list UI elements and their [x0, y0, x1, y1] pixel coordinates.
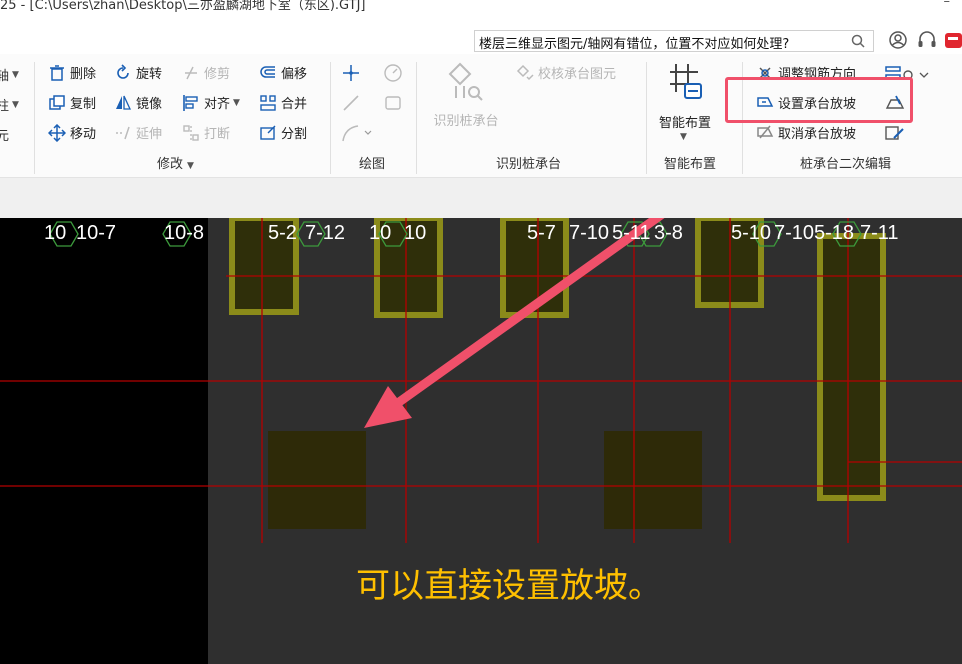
canvas-header-strip — [0, 178, 962, 218]
move-icon — [47, 123, 67, 142]
axis-label: 10-7 — [76, 222, 117, 244]
trim-button[interactable]: 修剪 — [182, 63, 230, 82]
highlight-box — [725, 77, 913, 123]
axis-label: 7-10 — [569, 222, 610, 244]
arc-tool-icon[interactable] — [382, 62, 404, 88]
split-button[interactable]: 分割 — [259, 123, 307, 142]
axis-label: 7-12 — [305, 222, 346, 244]
mirror-button[interactable]: 镜像 — [114, 93, 162, 112]
help-search-input[interactable]: 楼层三维显示图元/轴网有错位，位置不对应如何处理? — [474, 30, 874, 52]
merge-icon — [259, 94, 277, 112]
merge-button[interactable]: 合并 — [259, 93, 307, 112]
chevron-down-icon: ▼ — [187, 161, 194, 171]
headset-icon[interactable] — [916, 30, 938, 54]
rotate-icon — [114, 63, 132, 82]
axis-label: 10 — [44, 222, 67, 244]
edit-pencil-icon[interactable] — [884, 124, 906, 148]
align-icon — [182, 94, 200, 112]
rotate-button[interactable]: 旋转 — [114, 63, 162, 82]
search-query-text[interactable]: 楼层三维显示图元/轴网有错位，位置不对应如何处理? — [479, 33, 789, 52]
polyline-tool-icon[interactable] — [340, 122, 374, 148]
window-title-bar: 25 - [C:\Users\zhan\Desktop\三亦盈麟湖地下室（东区)… — [0, 0, 962, 14]
axis-label: 10 — [404, 222, 427, 244]
search-icon[interactable] — [851, 34, 865, 52]
trash-icon — [48, 64, 66, 82]
split-icon — [259, 124, 277, 142]
axis-label: 10-8 — [164, 222, 205, 244]
smart-group-label: 智能布置 — [664, 157, 717, 172]
user-icon[interactable] — [888, 30, 908, 54]
identify-pile-cap-button[interactable]: 识别桩承台 — [424, 60, 508, 130]
smart-layout-button[interactable]: 智能布置 ▼ — [650, 60, 720, 150]
cancel-cap-slope-button[interactable]: 取消承台放坡 — [756, 123, 856, 142]
cancel-slope-icon — [756, 124, 774, 142]
smart-layout-icon — [664, 60, 704, 108]
offset-icon — [259, 64, 277, 82]
pile-cap-selected — [604, 431, 702, 529]
copy-button[interactable]: 复制 — [48, 93, 96, 112]
axis-label: 5-2 — [268, 222, 297, 244]
line-tool-icon[interactable] — [340, 92, 362, 118]
point-tool-icon[interactable] — [340, 62, 362, 88]
separator — [34, 62, 35, 174]
chevron-down-icon: ▼ — [680, 132, 687, 142]
identify-pile-cap-icon — [444, 60, 486, 108]
cad-drawing-canvas[interactable]: 10 10-7 10-8 5-2 7-12 10 10 5-7 7-10 5-1… — [0, 218, 962, 664]
break-button[interactable]: 打断 — [182, 123, 230, 142]
axis-label: 7-10 — [774, 222, 815, 244]
rectangle-tool-icon[interactable] — [382, 92, 404, 118]
minimize-button[interactable]: – — [944, 0, 951, 9]
axis-label: 5-11 — [612, 222, 651, 244]
check-cap-icon — [516, 64, 534, 82]
copy-icon — [48, 94, 66, 112]
axis-label: 5-18 — [814, 222, 855, 244]
secondary-edit-group-label: 桩承台二次编辑 — [800, 157, 892, 172]
ribbon-partial-column[interactable]: 柱 ▼ — [0, 95, 19, 114]
axis-label: 5-10 — [731, 222, 772, 244]
delete-button[interactable]: 删除 — [48, 63, 96, 82]
separator — [416, 62, 417, 174]
video-icon[interactable] — [944, 30, 962, 54]
axis-label: 10 — [369, 222, 392, 244]
axis-label: 5-7 — [527, 222, 556, 244]
separator — [646, 62, 647, 174]
ribbon-partial-axis[interactable]: 轴 ▼ — [0, 65, 19, 84]
axis-label: 7-11 — [860, 222, 899, 244]
draw-group-label: 绘图 — [359, 157, 386, 172]
extend-button[interactable]: 延伸 — [114, 123, 162, 142]
check-cap-elements-button[interactable]: 校核承台图元 — [516, 63, 616, 82]
trim-icon — [182, 64, 200, 82]
identify-group-label: 识别桩承台 — [496, 157, 562, 172]
chevron-down-icon: ▼ — [233, 97, 240, 108]
offset-button[interactable]: 偏移 — [259, 63, 307, 82]
ribbon-partial-element[interactable]: 元 — [0, 125, 9, 144]
extend-icon — [114, 124, 132, 142]
break-icon — [182, 124, 200, 142]
window-title: 25 - [C:\Users\zhan\Desktop\三亦盈麟湖地下室（东区)… — [0, 0, 366, 13]
axis-label: 3-8 — [654, 222, 683, 244]
separator — [330, 62, 331, 174]
pile-cap — [817, 233, 886, 501]
modify-group-label[interactable]: 修改 ▼ — [157, 153, 194, 172]
search-row: 楼层三维显示图元/轴网有错位，位置不对应如何处理? — [0, 14, 962, 54]
pile-cap-selected — [268, 431, 366, 529]
tutorial-caption: 可以直接设置放坡。 — [356, 566, 662, 606]
align-button[interactable]: 对齐 ▼ — [182, 93, 240, 112]
mirror-icon — [114, 94, 132, 112]
move-button[interactable]: 移动 — [47, 123, 96, 142]
